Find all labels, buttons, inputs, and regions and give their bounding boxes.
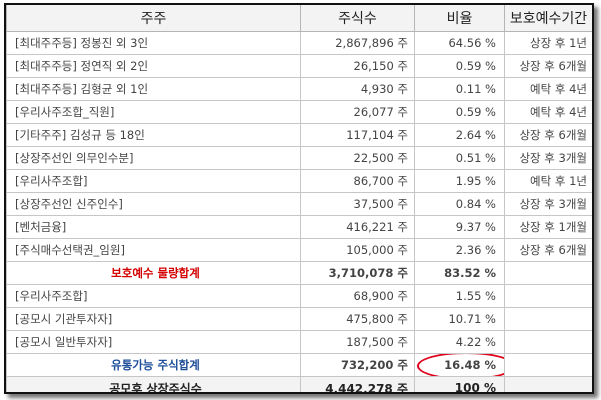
share-ratio: 0.84 % [414, 192, 505, 216]
share-count: 2,867,896 주 [300, 31, 415, 55]
lockup-period-empty [504, 330, 592, 354]
shareholder-name: [상장주선인 신주인수] [6, 192, 301, 216]
share-count: 105,000 주 [300, 238, 415, 262]
share-ratio: 1.95 % [414, 169, 505, 193]
lockup-period: 상장 후 6개월 [504, 54, 592, 78]
share-count: 68,900 주 [300, 284, 415, 308]
share-count: 26,077 주 [300, 100, 415, 124]
grand-total-ratio: 100 % [414, 376, 505, 392]
share-count: 26,150 주 [300, 54, 415, 78]
shareholder-name: [우리사주조합_직원] [6, 100, 301, 124]
lockup-total-label: 보호예수 물량합계 [6, 261, 301, 285]
grand-total-shares: 4,442,278 주 [300, 376, 415, 392]
share-ratio: 1.55 % [414, 284, 505, 308]
grand-total-label: 공모후 상장주식수 [6, 376, 301, 392]
shareholder-name: [우리사주조합] [6, 284, 301, 308]
shareholder-name: [최대주주등] 정연직 외 2인 [6, 54, 301, 78]
share-count: 117,104 주 [300, 123, 415, 147]
shareholder-name: [최대주주등] 김형균 외 1인 [6, 77, 301, 101]
lockup-period-empty [504, 284, 592, 308]
float-total-row: 유통가능 주식합계 732,200 주 16.48 % [6, 353, 592, 377]
table-row: [상장주선인 신주인수] 37,500 주 0.84 % 상장 후 3개월 [6, 192, 592, 216]
shareholder-name: [공모시 일반투자자] [6, 330, 301, 354]
shareholder-table: 주주 주식수 비율 보호예수기간 [최대주주등] 정봉진 외 3인 2,867,… [6, 5, 592, 392]
table-row: [최대주주등] 정연직 외 2인 26,150 주 0.59 % 상장 후 6개… [6, 54, 592, 78]
share-ratio: 9.37 % [414, 215, 505, 239]
share-ratio: 0.59 % [414, 54, 505, 78]
share-count: 4,930 주 [300, 77, 415, 101]
table-row: [기타주주] 김성규 등 18인 117,104 주 2.64 % 상장 후 6… [6, 123, 592, 147]
lockup-period: 상장 후 3개월 [504, 192, 592, 216]
shareholder-name: [공모시 기관투자자] [6, 307, 301, 331]
table-row: [우리사주조합] 68,900 주 1.55 % [6, 284, 592, 308]
shareholder-name: [우리사주조합] [6, 169, 301, 193]
table-row: [상장주선인 의무인수분] 22,500 주 0.51 % 상장 후 3개월 [6, 146, 592, 170]
share-ratio: 64.56 % [414, 31, 505, 55]
table-row: [우리사주조합_직원] 26,077 주 0.59 % 예탁 후 4년 [6, 100, 592, 124]
float-total-ratio-cell: 16.48 % [414, 353, 505, 377]
share-count: 86,700 주 [300, 169, 415, 193]
lockup-period: 상장 후 6개월 [504, 123, 592, 147]
header-shareholder: 주주 [6, 5, 301, 32]
float-total-label: 유통가능 주식합계 [6, 353, 301, 377]
grand-total-row: 공모후 상장주식수 4,442,278 주 100 % [6, 376, 592, 392]
share-ratio: 2.36 % [414, 238, 505, 262]
share-ratio: 0.51 % [414, 146, 505, 170]
lockup-period: 상장 후 1년 [504, 31, 592, 55]
header-lockup-period: 보호예수기간 [504, 5, 592, 32]
float-total-ratio: 16.48 % [444, 358, 496, 372]
lockup-total-empty [504, 261, 592, 285]
table-row: [공모시 기관투자자] 475,800 주 10.71 % [6, 307, 592, 331]
header-shares: 주식수 [300, 5, 415, 32]
lockup-period: 상장 후 6개월 [504, 238, 592, 262]
table-row: [벤처금융] 416,221 주 9.37 % 상장 후 1개월 [6, 215, 592, 239]
shareholder-table-frame: 주주 주식수 비율 보호예수기간 [최대주주등] 정봉진 외 3인 2,867,… [4, 3, 594, 394]
lockup-period: 예탁 후 4년 [504, 77, 592, 101]
lockup-period: 상장 후 1개월 [504, 215, 592, 239]
table-row: [최대주주등] 정봉진 외 3인 2,867,896 주 64.56 % 상장 … [6, 31, 592, 55]
share-ratio: 10.71 % [414, 307, 505, 331]
share-ratio: 4.22 % [414, 330, 505, 354]
share-count: 22,500 주 [300, 146, 415, 170]
table-header-row: 주주 주식수 비율 보호예수기간 [6, 5, 592, 32]
float-total-shares: 732,200 주 [300, 353, 415, 377]
shareholder-name: [기타주주] 김성규 등 18인 [6, 123, 301, 147]
share-count: 475,800 주 [300, 307, 415, 331]
lockup-period: 예탁 후 4년 [504, 100, 592, 124]
shareholder-name: [최대주주등] 정봉진 외 3인 [6, 31, 301, 55]
shareholder-name: [상장주선인 의무인수분] [6, 146, 301, 170]
share-count: 37,500 주 [300, 192, 415, 216]
lockup-total-ratio: 83.52 % [414, 261, 505, 285]
lockup-period: 상장 후 3개월 [504, 146, 592, 170]
shareholder-name: [주식매수선택권_임원] [6, 238, 301, 262]
lockup-total-row: 보호예수 물량합계 3,710,078 주 83.52 % [6, 261, 592, 285]
share-ratio: 0.59 % [414, 100, 505, 124]
table-row: [우리사주조합] 86,700 주 1.95 % 예탁 후 1년 [6, 169, 592, 193]
lockup-period-empty [504, 307, 592, 331]
lockup-total-shares: 3,710,078 주 [300, 261, 415, 285]
share-ratio: 2.64 % [414, 123, 505, 147]
float-total-empty [504, 353, 592, 377]
share-ratio: 0.11 % [414, 77, 505, 101]
share-count: 187,500 주 [300, 330, 415, 354]
shareholder-name: [벤처금융] [6, 215, 301, 239]
table-row: [공모시 일반투자자] 187,500 주 4.22 % [6, 330, 592, 354]
header-ratio: 비율 [414, 5, 505, 32]
grand-total-empty [504, 376, 592, 392]
share-count: 416,221 주 [300, 215, 415, 239]
table-row: [최대주주등] 김형균 외 1인 4,930 주 0.11 % 예탁 후 4년 [6, 77, 592, 101]
lockup-period: 예탁 후 1년 [504, 169, 592, 193]
table-row: [주식매수선택권_임원] 105,000 주 2.36 % 상장 후 6개월 [6, 238, 592, 262]
